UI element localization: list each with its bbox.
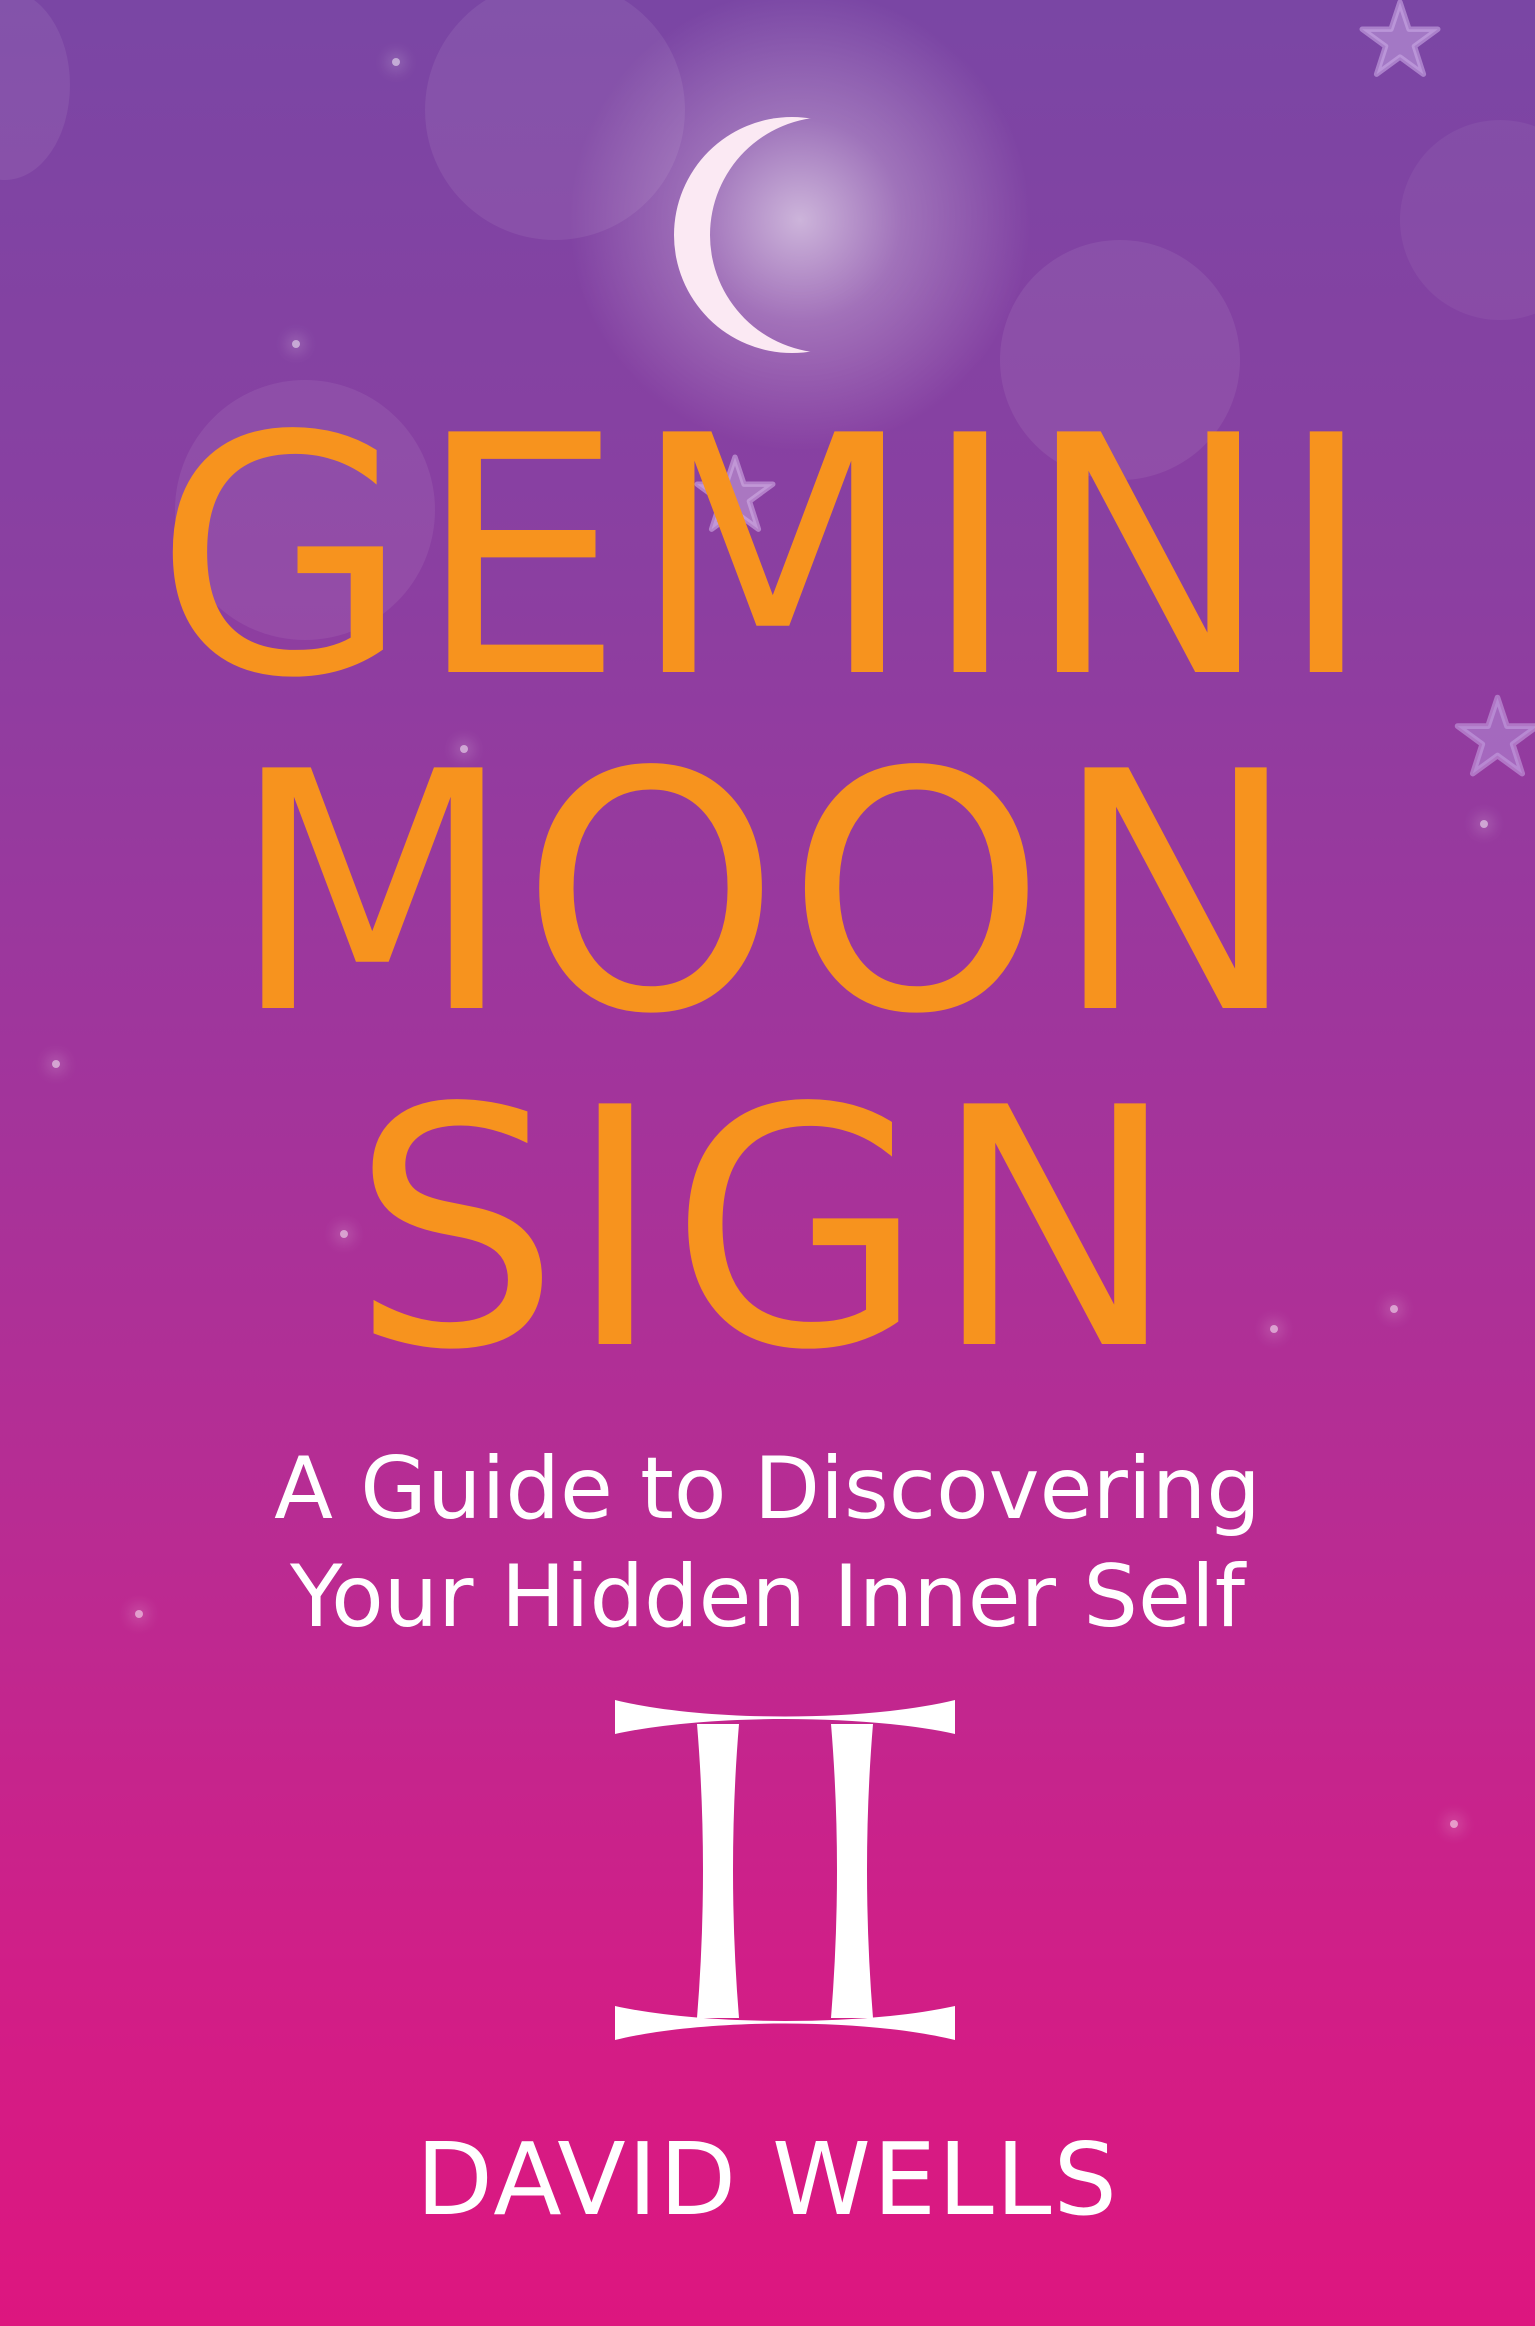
title-line: GEMINI	[154, 366, 1381, 750]
sparkle	[392, 58, 400, 66]
gemini-symbol-icon	[615, 1700, 955, 2040]
author-name: DAVID WELLS	[416, 2121, 1119, 2238]
sparkle	[292, 340, 300, 348]
book-subtitle: A Guide to Discovering Your Hidden Inner…	[0, 1435, 1535, 1651]
crescent-moon-icon	[674, 117, 850, 353]
book-cover: GEMINI MOON SIGN A Guide to Discovering …	[0, 0, 1535, 2326]
star-icon	[1359, 0, 1441, 77]
bokeh-light	[0, 0, 70, 180]
sparkle	[1450, 1820, 1458, 1828]
subtitle-line: Your Hidden Inner Self	[289, 1547, 1246, 1647]
bokeh-light	[1400, 120, 1535, 320]
title-line: MOON	[229, 702, 1306, 1086]
book-title: GEMINI MOON SIGN	[0, 390, 1535, 1398]
title-line: SIGN	[350, 1038, 1185, 1422]
subtitle-line: A Guide to Discovering	[274, 1439, 1261, 1539]
